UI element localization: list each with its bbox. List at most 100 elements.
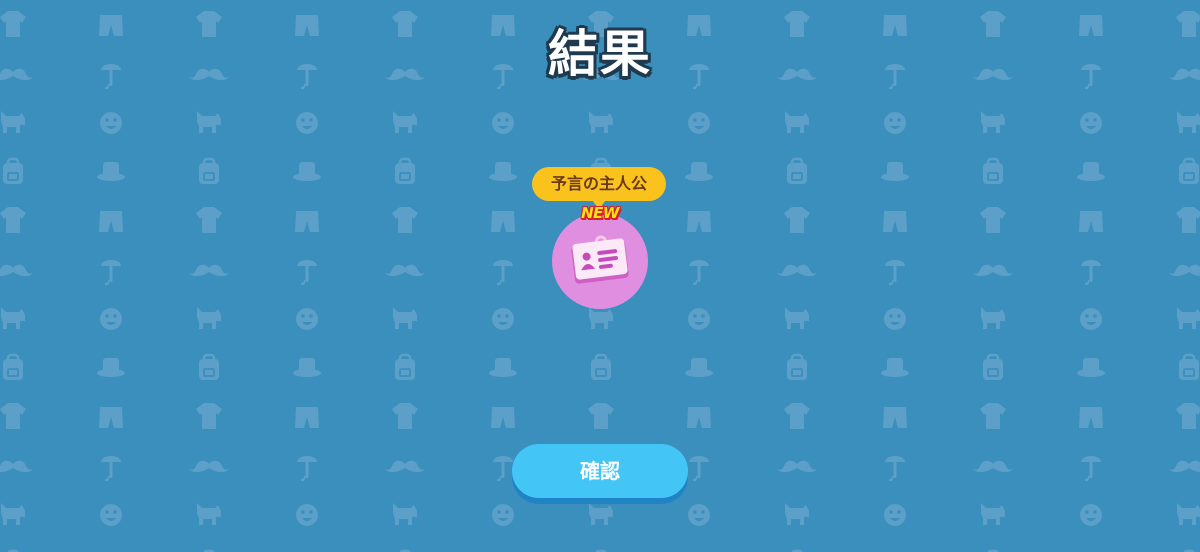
hat-icon	[685, 358, 713, 377]
smiley-icon	[100, 308, 122, 330]
backpack-icon	[785, 157, 809, 186]
backpack-icon	[393, 353, 417, 382]
shirt-icon	[1176, 403, 1200, 429]
shirt-icon	[0, 403, 26, 429]
dog-icon	[1, 307, 25, 329]
dog-icon	[1177, 307, 1200, 329]
mustache-icon	[973, 264, 1013, 277]
mustache-icon	[385, 460, 425, 473]
smiley-icon	[100, 112, 122, 134]
hat-icon	[881, 358, 909, 377]
smiley-icon	[296, 504, 318, 526]
shorts-icon	[883, 211, 907, 232]
backpack-icon	[1177, 157, 1200, 186]
backpack-icon	[589, 353, 613, 382]
hat-icon	[489, 358, 517, 377]
smiley-icon	[1080, 112, 1102, 134]
shorts-icon	[883, 407, 907, 428]
smiley-icon	[688, 308, 710, 330]
dog-icon	[393, 503, 417, 525]
umbrella-icon	[297, 456, 317, 482]
id-card-icon	[571, 235, 629, 284]
dog-icon	[785, 111, 809, 133]
shirt-icon	[980, 207, 1006, 233]
shirt-icon	[980, 403, 1006, 429]
mustache-icon	[0, 460, 33, 473]
hat-icon	[881, 162, 909, 181]
shirt-icon	[392, 403, 418, 429]
dog-icon	[981, 111, 1005, 133]
umbrella-icon	[1081, 456, 1101, 482]
hat-icon	[97, 162, 125, 181]
smiley-icon	[1080, 308, 1102, 330]
umbrella-icon	[101, 456, 121, 482]
hat-icon	[489, 162, 517, 181]
umbrella-icon	[885, 260, 905, 286]
backpack-icon	[393, 157, 417, 186]
smiley-icon	[1080, 504, 1102, 526]
backpack-icon	[197, 353, 221, 382]
hat-icon	[1077, 358, 1105, 377]
backpack-icon	[1, 353, 25, 382]
shorts-icon	[491, 211, 515, 232]
mustache-icon	[777, 460, 817, 473]
umbrella-icon	[297, 260, 317, 286]
dog-icon	[589, 503, 613, 525]
mustache-icon	[189, 264, 229, 277]
shorts-icon	[1079, 211, 1103, 232]
smiley-icon	[492, 308, 514, 330]
smiley-icon	[492, 112, 514, 134]
shirt-icon	[784, 207, 810, 233]
hat-icon	[293, 162, 321, 181]
new-badge: NEW	[581, 204, 619, 222]
smiley-icon	[296, 112, 318, 134]
smiley-icon	[296, 308, 318, 330]
page-title: 結果	[548, 25, 652, 83]
dog-icon	[393, 111, 417, 133]
shorts-icon	[491, 407, 515, 428]
mustache-icon	[385, 264, 425, 277]
dog-icon	[393, 307, 417, 329]
umbrella-icon	[689, 260, 709, 286]
mustache-icon	[973, 460, 1013, 473]
reward-item-icon[interactable]	[552, 213, 648, 309]
smiley-icon	[884, 112, 906, 134]
backpack-icon	[197, 157, 221, 186]
dog-icon	[197, 307, 221, 329]
shirt-icon	[784, 403, 810, 429]
backpack-icon	[981, 157, 1005, 186]
shorts-icon	[99, 211, 123, 232]
backpack-icon	[1, 157, 25, 186]
mustache-icon	[1169, 264, 1200, 277]
dog-icon	[197, 503, 221, 525]
shirt-icon	[196, 207, 222, 233]
shirt-icon	[392, 207, 418, 233]
shirt-icon	[196, 403, 222, 429]
shirt-icon	[1176, 207, 1200, 233]
confirm-button[interactable]: 確認	[512, 444, 688, 498]
umbrella-icon	[493, 456, 513, 482]
dog-icon	[1, 111, 25, 133]
dog-icon	[589, 111, 613, 133]
shorts-icon	[1079, 407, 1103, 428]
dog-icon	[1, 503, 25, 525]
dog-icon	[981, 307, 1005, 329]
hat-icon	[97, 358, 125, 377]
dog-icon	[785, 503, 809, 525]
hat-icon	[293, 358, 321, 377]
shorts-icon	[99, 407, 123, 428]
smiley-icon	[688, 504, 710, 526]
umbrella-icon	[101, 260, 121, 286]
hat-icon	[1077, 162, 1105, 181]
mustache-icon	[1169, 460, 1200, 473]
dog-icon	[785, 307, 809, 329]
dog-icon	[589, 307, 613, 329]
shorts-icon	[687, 407, 711, 428]
hat-icon	[685, 162, 713, 181]
umbrella-icon	[689, 456, 709, 482]
dog-icon	[1177, 111, 1200, 133]
smiley-icon	[688, 112, 710, 134]
reward-name-label: 予言の主人公	[532, 167, 666, 209]
umbrella-icon	[493, 260, 513, 286]
backpack-icon	[785, 353, 809, 382]
